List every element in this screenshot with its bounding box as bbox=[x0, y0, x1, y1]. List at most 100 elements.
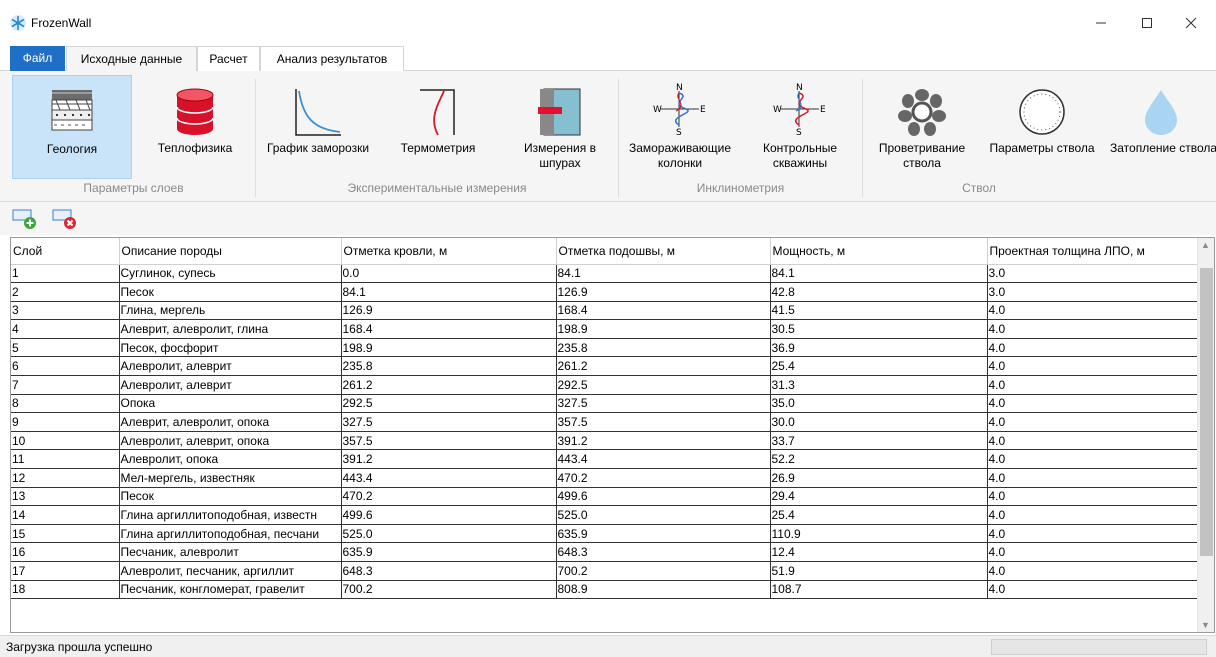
table-row[interactable]: 15 Глина аргиллитоподобная, песчани 525.0 6… bbox=[11, 524, 1200, 544]
cell-description[interactable]: Алевролит, алеврит bbox=[119, 375, 342, 395]
cell-top-mark[interactable]: 198.9 bbox=[341, 338, 557, 358]
cell-bottom-mark[interactable]: 327.5 bbox=[556, 394, 771, 414]
maximize-button[interactable] bbox=[1124, 6, 1170, 40]
cell-design-thickness[interactable]: 4.0 bbox=[987, 561, 1200, 581]
cell-design-thickness[interactable]: 4.0 bbox=[987, 487, 1200, 507]
tab-source-data[interactable]: Исходные данные bbox=[66, 46, 197, 72]
add-layer-button[interactable] bbox=[12, 208, 38, 230]
cell-description[interactable]: Песок, фосфорит bbox=[119, 338, 342, 358]
thermometry-button[interactable]: Термометрия bbox=[388, 75, 488, 179]
cell-design-thickness[interactable]: 4.0 bbox=[987, 542, 1200, 562]
table-row[interactable]: 4 Алеврит, алевролит, глина 168.4 198.9 30.5… bbox=[11, 319, 1200, 339]
cell-top-mark[interactable]: 235.8 bbox=[341, 356, 557, 377]
cell-description[interactable]: Песок bbox=[119, 487, 342, 507]
cell-thickness[interactable]: 36.9 bbox=[770, 338, 988, 358]
cell-top-mark[interactable]: 391.2 bbox=[341, 449, 557, 470]
cell-bottom-mark[interactable]: 168.4 bbox=[556, 301, 771, 321]
cell-description[interactable]: Глина аргиллитоподобная, известн bbox=[119, 505, 342, 525]
table-row[interactable]: 7 Алевролит, алеврит 261.2 292.5 31.3 4.0 bbox=[11, 375, 1200, 395]
cell-design-thickness[interactable]: 4.0 bbox=[987, 319, 1200, 339]
ventilation-button[interactable]: Проветривание ствола bbox=[866, 75, 978, 179]
cell-layer[interactable]: 9 bbox=[11, 412, 120, 432]
freezing-columns-button[interactable]: N S W E Замораживающие колонки bbox=[620, 75, 740, 179]
cell-bottom-mark[interactable]: 391.2 bbox=[556, 431, 771, 451]
cell-description[interactable]: Алевролит, опока bbox=[119, 449, 342, 470]
thermophysics-button[interactable]: Теплофизика bbox=[140, 75, 250, 179]
cell-description[interactable]: Алевролит, алеврит, опока bbox=[119, 431, 342, 451]
col-header-layer[interactable]: Слой bbox=[11, 238, 120, 265]
cell-layer[interactable]: 10 bbox=[11, 431, 120, 451]
cell-description[interactable]: Песчаник, алевролит bbox=[119, 542, 342, 562]
col-header-design-thickness[interactable]: Проектная толщина ЛПО, м bbox=[987, 238, 1200, 265]
cell-top-mark[interactable]: 499.6 bbox=[341, 505, 557, 525]
freezing-chart-button[interactable]: График заморозки bbox=[257, 75, 379, 179]
cell-layer[interactable]: 3 bbox=[11, 301, 120, 321]
cell-design-thickness[interactable]: 4.0 bbox=[987, 301, 1200, 321]
vertical-scrollbar[interactable]: ▲ ▼ bbox=[1197, 238, 1214, 632]
cell-design-thickness[interactable]: 4.0 bbox=[987, 431, 1200, 451]
cell-design-thickness[interactable]: 3.0 bbox=[987, 282, 1200, 302]
cell-bottom-mark[interactable]: 635.9 bbox=[556, 524, 771, 544]
table-row[interactable]: 18 Песчаник, конгломерат, гравелит 700.2 80… bbox=[11, 580, 1200, 600]
cell-top-mark[interactable]: 470.2 bbox=[341, 487, 557, 507]
col-header-top-mark[interactable]: Отметка кровли, м bbox=[341, 238, 557, 265]
cell-design-thickness[interactable]: 4.0 bbox=[987, 338, 1200, 358]
cell-thickness[interactable]: 52.2 bbox=[770, 449, 988, 470]
cell-description[interactable]: Алеврит, алевролит, глина bbox=[119, 319, 342, 339]
cell-top-mark[interactable]: 357.5 bbox=[341, 431, 557, 451]
tab-file[interactable]: Файл bbox=[10, 46, 65, 71]
scroll-up-icon[interactable]: ▲ bbox=[1201, 240, 1210, 250]
cell-layer[interactable]: 11 bbox=[11, 449, 120, 470]
shaft-parameters-button[interactable]: Параметры ствола bbox=[984, 75, 1100, 179]
cell-bottom-mark[interactable]: 357.5 bbox=[556, 412, 771, 432]
cell-design-thickness[interactable]: 4.0 bbox=[987, 412, 1200, 432]
table-row[interactable]: 10 Алевролит, алеврит, опока 357.5 391.2 33.… bbox=[11, 431, 1200, 451]
cell-layer[interactable]: 6 bbox=[11, 356, 120, 377]
cell-description[interactable]: Алевролит, алеврит bbox=[119, 356, 342, 377]
cell-thickness[interactable]: 12.4 bbox=[770, 542, 988, 562]
cell-bottom-mark[interactable]: 700.2 bbox=[556, 561, 771, 581]
cell-thickness[interactable]: 30.5 bbox=[770, 319, 988, 339]
cell-description[interactable]: Глина, мергель bbox=[119, 301, 342, 321]
scroll-down-icon[interactable]: ▼ bbox=[1201, 620, 1210, 630]
cell-top-mark[interactable]: 261.2 bbox=[341, 375, 557, 395]
cell-top-mark[interactable]: 635.9 bbox=[341, 542, 557, 562]
table-row[interactable]: 9 Алеврит, алевролит, опока 327.5 357.5 30.0… bbox=[11, 412, 1200, 432]
cell-description[interactable]: Песок bbox=[119, 282, 342, 302]
cell-layer[interactable]: 18 bbox=[11, 580, 120, 600]
cell-design-thickness[interactable]: 4.0 bbox=[987, 524, 1200, 544]
table-row[interactable]: 11 Алевролит, опока 391.2 443.4 52.2 4.0 bbox=[11, 449, 1200, 470]
cell-bottom-mark[interactable]: 470.2 bbox=[556, 468, 771, 488]
cell-description[interactable]: Опока bbox=[119, 394, 342, 414]
cell-bottom-mark[interactable]: 525.0 bbox=[556, 505, 771, 525]
table-row[interactable]: 12 Мел-мергель, известняк 443.4 470.2 26.9 4.… bbox=[11, 468, 1200, 488]
cell-top-mark[interactable]: 168.4 bbox=[341, 319, 557, 339]
cell-design-thickness[interactable]: 3.0 bbox=[987, 264, 1200, 284]
cell-thickness[interactable]: 42.8 bbox=[770, 282, 988, 302]
cell-description[interactable]: Глина аргиллитоподобная, песчани bbox=[119, 524, 342, 544]
cell-top-mark[interactable]: 700.2 bbox=[341, 580, 557, 600]
cell-top-mark[interactable]: 126.9 bbox=[341, 301, 557, 321]
col-header-description[interactable]: Описание породы bbox=[119, 238, 342, 265]
cell-description[interactable]: Алеврит, алевролит, опока bbox=[119, 412, 342, 432]
cell-description[interactable]: Песчаник, конгломерат, гравелит bbox=[119, 580, 342, 600]
table-row[interactable]: 17 Алевролит, песчаник, аргиллит 648.3 700.… bbox=[11, 561, 1200, 581]
cell-top-mark[interactable]: 292.5 bbox=[341, 394, 557, 414]
cell-layer[interactable]: 17 bbox=[11, 561, 120, 581]
cell-layer[interactable]: 8 bbox=[11, 394, 120, 414]
table-row[interactable]: 1 Суглинок, супесь 0.0 84.1 84.1 3.0 bbox=[11, 264, 1200, 284]
cell-thickness[interactable]: 25.4 bbox=[770, 356, 988, 377]
cell-top-mark[interactable]: 443.4 bbox=[341, 468, 557, 488]
minimize-button[interactable] bbox=[1078, 6, 1124, 40]
cell-description[interactable]: Мел-мергель, известняк bbox=[119, 468, 342, 488]
table-row[interactable]: 2 Песок 84.1 126.9 42.8 3.0 bbox=[11, 282, 1200, 302]
cell-bottom-mark[interactable]: 443.4 bbox=[556, 449, 771, 470]
cell-bottom-mark[interactable]: 261.2 bbox=[556, 356, 771, 377]
cell-top-mark[interactable]: 648.3 bbox=[341, 561, 557, 581]
cell-thickness[interactable]: 84.1 bbox=[770, 264, 988, 284]
cell-thickness[interactable]: 41.5 bbox=[770, 301, 988, 321]
cell-thickness[interactable]: 29.4 bbox=[770, 487, 988, 507]
cell-thickness[interactable]: 30.0 bbox=[770, 412, 988, 432]
cell-design-thickness[interactable]: 4.0 bbox=[987, 505, 1200, 525]
cell-thickness[interactable]: 35.0 bbox=[770, 394, 988, 414]
